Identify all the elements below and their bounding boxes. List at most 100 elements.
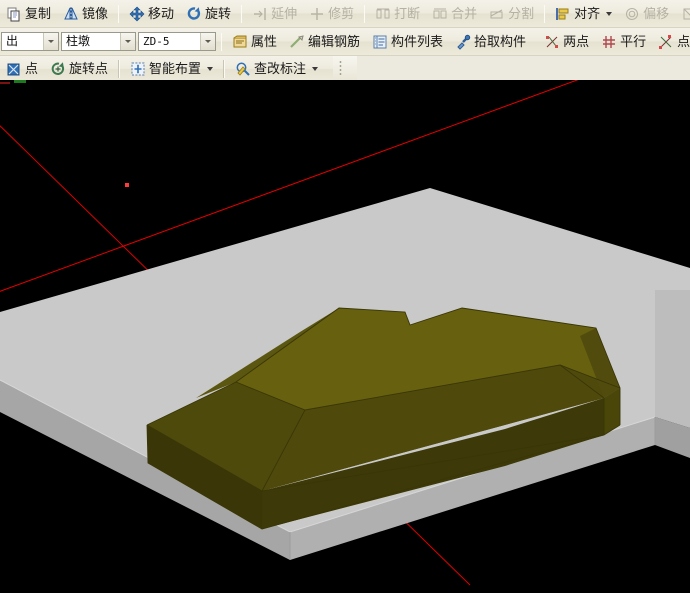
extend-label: 延伸 <box>271 5 298 21</box>
break-icon <box>375 6 391 22</box>
split-icon <box>489 6 505 22</box>
split-button[interactable]: 分割 <box>484 2 539 26</box>
component-name-value: ZD-5 <box>143 35 170 48</box>
split-label: 分割 <box>508 5 535 21</box>
merge-button[interactable]: 合并 <box>427 2 482 26</box>
rotate-point-label: 旋转点 <box>69 61 109 76</box>
stretch-button[interactable]: 拉伸 <box>676 2 690 26</box>
exit-combo[interactable]: 出 <box>1 32 59 51</box>
toolbar-separator <box>118 60 121 78</box>
chevron-down-icon[interactable] <box>43 33 58 50</box>
toolbar-row-properties: 出 柱墩 ZD-5 属性 编辑钢筋 构件列表 拾取构件 两点 平行 点 <box>0 28 690 56</box>
component-list-label: 构件列表 <box>391 33 444 49</box>
mirror-button[interactable]: 镜像 <box>58 2 113 26</box>
slab-right-wing-top <box>655 290 690 428</box>
copy-icon <box>6 6 22 22</box>
toolbar-grip[interactable] <box>338 59 343 77</box>
align-label: 对齐 <box>574 5 601 21</box>
toolbar-separator <box>118 4 120 23</box>
edit-rebar-button[interactable]: 编辑钢筋 <box>284 30 365 54</box>
trim-button[interactable]: 修剪 <box>304 2 359 26</box>
rotate-point-button[interactable]: 旋转点 <box>45 57 113 80</box>
point-angle-label: 点角 <box>677 33 690 49</box>
edit-annotation-button[interactable]: 查改标注 <box>230 57 323 80</box>
toolbar-row-layout: 点 旋转点 智能布置 查改标注 <box>0 56 690 80</box>
move-icon <box>129 6 145 22</box>
model-scene <box>0 80 690 586</box>
eyedropper-icon <box>455 34 471 50</box>
extend-button[interactable]: 延伸 <box>247 2 302 26</box>
toolbar-row-edit: 复制 镜像 移动 旋转 延伸 修剪 打断 合并 分割 对齐 偏移 <box>0 0 690 28</box>
align-button[interactable]: 对齐 <box>550 2 617 26</box>
component-type-value: 柱墩 <box>66 34 91 48</box>
two-point-icon <box>544 34 560 50</box>
chevron-down-icon[interactable] <box>606 11 613 16</box>
edit-rebar-label: 编辑钢筋 <box>308 33 361 49</box>
rebar-icon <box>289 34 305 50</box>
parallel-button[interactable]: 平行 <box>596 30 651 54</box>
offset-label: 偏移 <box>643 5 670 21</box>
parallel-label: 平行 <box>620 33 647 49</box>
toolbar-separator <box>544 4 546 23</box>
smart-layout-button[interactable]: 智能布置 <box>125 57 218 80</box>
properties-button[interactable]: 属性 <box>227 30 282 54</box>
parallel-icon <box>601 34 617 50</box>
properties-icon <box>232 34 248 50</box>
toolbar-separator <box>223 60 226 78</box>
toolbar-overflow-handle[interactable] <box>333 56 358 80</box>
viewport-corner-marker <box>0 80 26 84</box>
align-icon <box>555 6 571 22</box>
stretch-icon <box>681 6 690 22</box>
rotate-point-icon <box>50 61 66 77</box>
trim-label: 修剪 <box>328 5 355 21</box>
two-point-label: 两点 <box>563 33 590 49</box>
toolbar-separator <box>241 4 243 23</box>
copy-button[interactable]: 复制 <box>1 2 56 26</box>
merge-icon <box>432 6 448 22</box>
offset-icon <box>624 6 640 22</box>
break-label: 打断 <box>394 5 421 21</box>
smart-layout-label: 智能布置 <box>149 61 202 76</box>
pick-component-label: 拾取构件 <box>474 33 527 49</box>
trim-icon <box>309 6 325 22</box>
mirror-icon <box>63 6 79 22</box>
smart-layout-icon <box>130 61 146 77</box>
merge-label: 合并 <box>451 5 478 21</box>
copy-label: 复制 <box>25 5 52 21</box>
edit-annotation-label: 查改标注 <box>254 61 307 76</box>
application-window: 复制 镜像 移动 旋转 延伸 修剪 打断 合并 分割 对齐 偏移 出 柱墩 ZD… <box>0 0 690 593</box>
extend-icon <box>252 6 268 22</box>
origin-marker <box>125 183 129 187</box>
point-button[interactable]: 点 <box>1 57 43 80</box>
chevron-down-icon[interactable] <box>120 33 135 50</box>
edit-annotation-icon <box>235 61 251 77</box>
model-viewport[interactable] <box>0 80 690 593</box>
point-icon <box>6 61 22 77</box>
properties-label: 属性 <box>251 33 278 49</box>
chevron-down-icon[interactable] <box>199 33 215 50</box>
toolbar-empty-area <box>357 56 690 80</box>
exit-combo-value: 出 <box>6 34 19 48</box>
rotate-icon <box>186 6 202 22</box>
chevron-down-icon[interactable] <box>312 67 319 71</box>
two-point-button[interactable]: 两点 <box>539 30 594 54</box>
offset-button[interactable]: 偏移 <box>619 2 674 26</box>
list-icon <box>372 34 388 50</box>
move-label: 移动 <box>148 5 175 21</box>
chevron-down-icon[interactable] <box>207 67 214 71</box>
mirror-label: 镜像 <box>82 5 109 21</box>
component-list-button[interactable]: 构件列表 <box>367 30 448 54</box>
rotate-label: 旋转 <box>205 5 232 21</box>
pick-component-button[interactable]: 拾取构件 <box>450 30 531 54</box>
toolbar-separator <box>221 32 222 51</box>
component-type-combo[interactable]: 柱墩 <box>61 32 136 51</box>
toolbar-area: 复制 镜像 移动 旋转 延伸 修剪 打断 合并 分割 对齐 偏移 出 柱墩 ZD… <box>0 0 690 80</box>
toolbar-separator <box>364 4 366 23</box>
break-button[interactable]: 打断 <box>370 2 425 26</box>
point-angle-icon <box>658 34 674 50</box>
point-label: 点 <box>25 61 39 76</box>
move-button[interactable]: 移动 <box>124 2 179 26</box>
point-angle-button[interactable]: 点角 <box>653 30 690 54</box>
rotate-button[interactable]: 旋转 <box>181 2 236 26</box>
component-name-combo[interactable]: ZD-5 <box>138 32 216 51</box>
